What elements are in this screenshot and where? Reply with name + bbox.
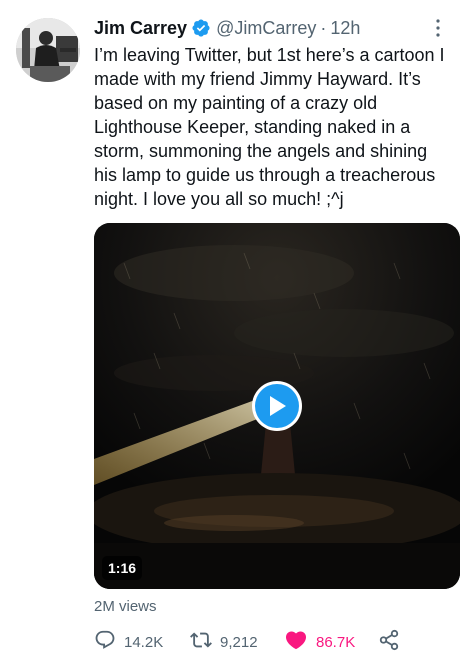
- reply-button[interactable]: 14.2K: [94, 629, 163, 655]
- retweet-count: 9,212: [220, 633, 258, 651]
- like-count: 86.7K: [316, 633, 356, 651]
- tweet-text: I’m leaving Twitter, but 1st here’s a ca…: [94, 43, 464, 211]
- view-count[interactable]: 2M views: [94, 598, 157, 615]
- heart-icon: [284, 628, 308, 657]
- play-button[interactable]: [252, 381, 302, 431]
- reply-count: 14.2K: [124, 633, 164, 651]
- tweet-text-line: night. I love you all so much! ;^j: [94, 189, 344, 209]
- retweet-button[interactable]: 9,212: [190, 629, 258, 655]
- share-button[interactable]: [378, 629, 400, 655]
- play-icon: [255, 384, 299, 428]
- tweet-text-line: I’m leaving Twitter, but 1st here’s a ca…: [94, 45, 445, 65]
- tweet-text-line: his lamp to guide us through a treachero…: [94, 165, 436, 185]
- more-options-icon[interactable]: [426, 16, 450, 40]
- verified-badge-icon: [191, 18, 211, 38]
- tweet-text-line: made with my friend Jimmy Hayward. It’s: [94, 69, 421, 89]
- video-player[interactable]: 1:16: [94, 223, 460, 589]
- display-name[interactable]: Jim Carrey: [94, 18, 187, 39]
- user-handle[interactable]: @JimCarrey: [216, 18, 316, 39]
- timestamp[interactable]: 12h: [330, 18, 360, 39]
- video-duration-badge: 1:16: [102, 556, 143, 580]
- tweet: Jim Carrey @JimCarrey · 12h I’m leaving …: [0, 0, 474, 662]
- retweet-icon: [190, 629, 212, 656]
- tweet-text-line: storm, summoning the angels and shining: [94, 141, 428, 161]
- share-icon: [378, 629, 400, 656]
- reply-icon: [94, 629, 116, 656]
- tweet-text-line: based on my painting of a crazy old: [94, 93, 378, 113]
- avatar[interactable]: [16, 18, 80, 82]
- tweet-text-line: Lighthouse Keeper, standing naked in a: [94, 117, 411, 137]
- separator-dot: ·: [320, 17, 327, 38]
- like-button[interactable]: 86.7K: [284, 629, 355, 655]
- tweet-actions: 14.2K 9,212 86.7K: [94, 629, 464, 655]
- tweet-header: Jim Carrey @JimCarrey · 12h: [94, 16, 360, 40]
